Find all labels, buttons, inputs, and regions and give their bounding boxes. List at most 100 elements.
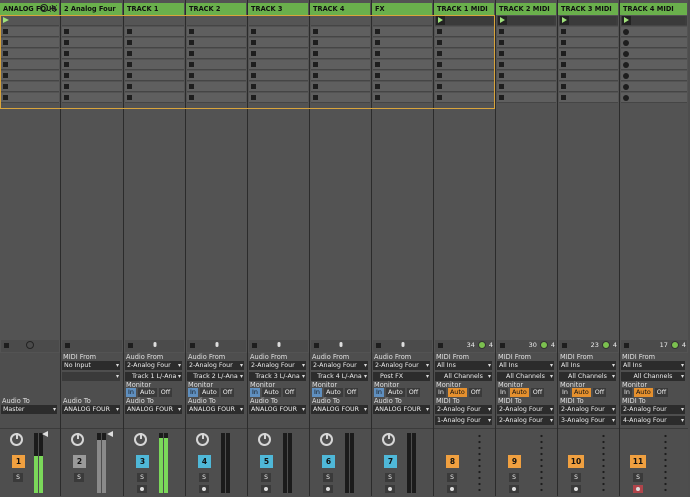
clip-slot[interactable] [373, 82, 432, 92]
clip-slot[interactable] [249, 16, 308, 26]
clip-slot[interactable] [187, 49, 246, 59]
midi-channel-dropdown[interactable]: All Channels [435, 372, 492, 381]
play-icon[interactable] [560, 16, 569, 25]
clip-slot-playing[interactable] [435, 16, 494, 26]
clip-slot[interactable] [497, 60, 556, 70]
midi-from-dropdown[interactable]: All Ins [559, 361, 616, 370]
clip-slot[interactable] [621, 82, 687, 92]
arm-mic-icon[interactable] [401, 342, 404, 347]
track-activator-button[interactable]: 6 [322, 455, 335, 468]
clip-slot[interactable] [187, 60, 246, 70]
clip-slot[interactable] [559, 93, 618, 103]
monitor-off-button[interactable]: Off [592, 388, 607, 397]
clip-slot[interactable] [559, 60, 618, 70]
midi-to-dropdown[interactable]: 2-Analog Four [435, 405, 492, 414]
midi-channel-dropdown[interactable] [62, 372, 120, 381]
arm-button[interactable] [633, 485, 643, 493]
clip-slot[interactable] [311, 16, 370, 26]
clip-slot[interactable] [125, 16, 184, 26]
solo-button[interactable]: S [447, 473, 457, 482]
clip-slot[interactable] [373, 16, 432, 26]
track-title-header[interactable]: TRACK 4 MIDI [620, 3, 687, 15]
clip-slot[interactable] [62, 82, 122, 92]
clip-slot[interactable] [559, 71, 618, 81]
solo-button[interactable]: S [571, 473, 581, 482]
stop-icon[interactable] [252, 343, 257, 348]
audio-channel-dropdown[interactable]: Post FX [373, 372, 430, 381]
monitor-in-button[interactable]: In [560, 388, 570, 397]
clip-slot[interactable] [435, 27, 494, 37]
solo-button[interactable]: S [633, 473, 643, 482]
clip-slot[interactable] [497, 38, 556, 48]
clip-slot[interactable] [187, 38, 246, 48]
clip-slot[interactable] [435, 82, 494, 92]
stop-icon[interactable] [376, 343, 381, 348]
clip-slot[interactable] [249, 38, 308, 48]
monitor-off-button[interactable]: Off [654, 388, 669, 397]
track-activator-button[interactable]: 7 [384, 455, 397, 468]
clip-slot[interactable] [497, 71, 556, 81]
arm-mic-icon[interactable] [339, 342, 342, 347]
clip-slot[interactable] [125, 93, 184, 103]
track-activator-button[interactable]: 4 [198, 455, 211, 468]
clip-slot[interactable] [125, 49, 184, 59]
clip-slot[interactable] [1, 60, 59, 70]
midi-from-dropdown[interactable]: All Ins [435, 361, 492, 370]
monitor-in-button[interactable]: In [622, 388, 632, 397]
clip-slot[interactable] [373, 49, 432, 59]
stop-icon[interactable] [438, 343, 443, 348]
clip-slot[interactable] [435, 93, 494, 103]
play-icon[interactable] [436, 16, 445, 25]
midi-to-channel-dropdown[interactable]: 3-Analog Four [559, 416, 616, 425]
stop-icon[interactable] [314, 343, 319, 348]
clip-slot[interactable] [1, 38, 59, 48]
audio-from-dropdown[interactable]: 2-Analog Four [125, 361, 182, 370]
track-activator-button[interactable]: 9 [508, 455, 521, 468]
monitor-in-button[interactable]: In [250, 388, 260, 397]
midi-to-channel-dropdown[interactable]: 2-Analog Four [497, 416, 554, 425]
clip-slot[interactable] [311, 93, 370, 103]
monitor-auto-button[interactable]: Auto [323, 388, 343, 397]
clip-slot-playing[interactable] [621, 16, 687, 26]
clip-slot[interactable] [621, 60, 687, 70]
clip-slot-group[interactable] [1, 16, 59, 26]
stop-icon[interactable] [190, 343, 195, 348]
pan-knob[interactable] [134, 433, 147, 446]
clip-slot[interactable] [125, 38, 184, 48]
arm-mic-icon[interactable] [277, 342, 280, 347]
audio-channel-dropdown[interactable]: Track 2 L/-Ana [187, 372, 244, 381]
track-title-header[interactable]: TRACK 1 MIDI [434, 3, 494, 15]
clip-slot[interactable] [621, 49, 687, 59]
arm-button[interactable] [509, 485, 519, 493]
monitor-auto-button[interactable]: Auto [137, 388, 157, 397]
clip-slot[interactable] [373, 60, 432, 70]
audio-to-dropdown[interactable]: ANALOG FOUR [249, 405, 306, 414]
stop-icon[interactable] [624, 343, 629, 348]
pan-knob[interactable] [320, 433, 333, 446]
clip-slot[interactable] [62, 71, 122, 81]
midi-to-channel-dropdown[interactable]: 1-Analog Four [435, 416, 492, 425]
stop-all-icon[interactable] [4, 343, 9, 348]
midi-to-dropdown[interactable]: 2-Analog Four [497, 405, 554, 414]
solo-button[interactable]: S [13, 473, 23, 482]
volume-fader-arrow-icon[interactable] [107, 431, 113, 437]
monitor-off-button[interactable]: Off [158, 388, 173, 397]
play-icon[interactable] [622, 16, 631, 25]
arm-mic-icon[interactable] [215, 342, 218, 347]
clip-slot[interactable] [621, 93, 687, 103]
monitor-in-button[interactable]: In [312, 388, 322, 397]
audio-to-dropdown[interactable]: ANALOG FOUR [311, 405, 368, 414]
clip-slot[interactable] [62, 93, 122, 103]
arm-mic-icon[interactable] [153, 342, 156, 347]
pan-knob[interactable] [258, 433, 271, 446]
clip-slot[interactable] [125, 82, 184, 92]
audio-to-dropdown[interactable]: ANALOG FOUR [373, 405, 430, 414]
monitor-off-button[interactable]: Off [406, 388, 421, 397]
track-activator-button[interactable]: 3 [136, 455, 149, 468]
clip-slot[interactable] [497, 93, 556, 103]
arm-button[interactable] [137, 485, 147, 493]
clip-slot-playing[interactable] [559, 16, 618, 26]
audio-channel-dropdown[interactable]: Track 3 L/-Ana [249, 372, 306, 381]
clip-slot[interactable] [249, 49, 308, 59]
midi-to-dropdown[interactable]: 2-Analog Four [621, 405, 685, 414]
